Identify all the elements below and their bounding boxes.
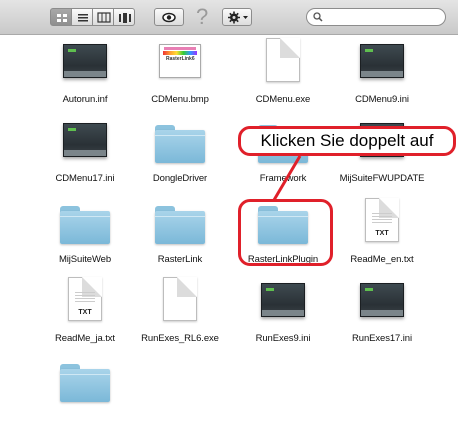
instruction-callout: Klicken Sie doppelt auf: [238, 126, 456, 156]
callout-connector: [272, 155, 302, 201]
callout-text: Klicken Sie doppelt auf: [260, 131, 434, 150]
highlight-box: [238, 199, 333, 266]
